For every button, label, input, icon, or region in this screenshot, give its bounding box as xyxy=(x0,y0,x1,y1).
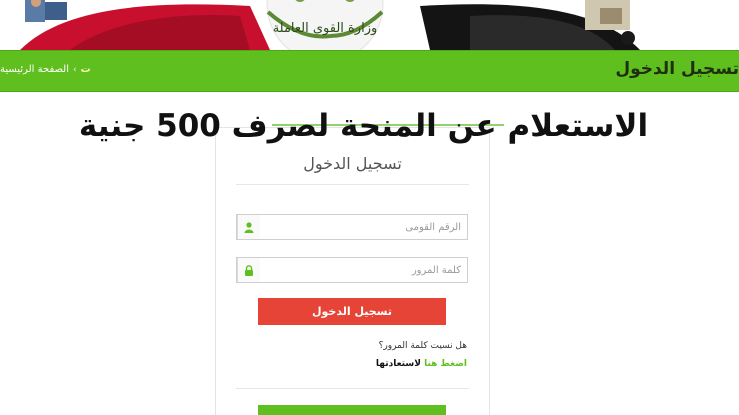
login-card: تسجيل الدخول تسجيل الدخول هل نسيت كلمة ا… xyxy=(215,127,490,415)
header-bar: ت › الصفحة الرئيسية تسجيل الدخول xyxy=(0,50,739,92)
overlay-headline-text: الاستعلام عن المنحة لصرف 500 جنية xyxy=(78,108,649,144)
national-id-field xyxy=(236,214,468,240)
page-title: تسجيل الدخول xyxy=(615,59,739,79)
ministry-logo-text: وزارة القوى العاملة xyxy=(273,21,378,36)
register-button[interactable] xyxy=(258,405,446,415)
recover-password-suffix: لاستعادتها xyxy=(375,359,421,369)
overlay-headline: الاستعلام عن المنحة لصرف 500 جنية xyxy=(0,108,739,144)
password-field xyxy=(236,257,468,283)
login-card-divider-bottom xyxy=(236,388,469,389)
page: وزارة القوى العاملة ت › الصفحة الرئيسية … xyxy=(0,0,739,415)
breadcrumb: ت › الصفحة الرئيسية xyxy=(0,64,91,75)
banner-graphic: وزارة القوى العاملة xyxy=(20,0,640,50)
breadcrumb-separator: › xyxy=(73,64,77,75)
lock-icon-addon xyxy=(237,258,261,282)
user-icon-addon xyxy=(237,215,261,239)
national-id-input[interactable] xyxy=(260,216,467,238)
login-button[interactable]: تسجيل الدخول xyxy=(258,298,446,325)
login-card-title: تسجيل الدخول xyxy=(303,154,402,173)
recover-password-link[interactable]: اضغط هنا xyxy=(424,359,467,369)
breadcrumb-home-link[interactable]: الصفحة الرئيسية xyxy=(0,64,69,75)
lock-icon xyxy=(245,264,254,276)
user-icon xyxy=(244,221,254,233)
banner: وزارة القوى العاملة xyxy=(0,0,739,50)
password-input[interactable] xyxy=(260,259,467,281)
forgot-password-question: هل نسيت كلمة المرور؟ xyxy=(378,341,467,351)
recover-password-line: اضغط هنا لاستعادتها xyxy=(376,359,467,369)
breadcrumb-current: ت xyxy=(80,64,91,75)
worker-left-icon xyxy=(25,0,67,22)
login-card-divider xyxy=(236,184,469,185)
